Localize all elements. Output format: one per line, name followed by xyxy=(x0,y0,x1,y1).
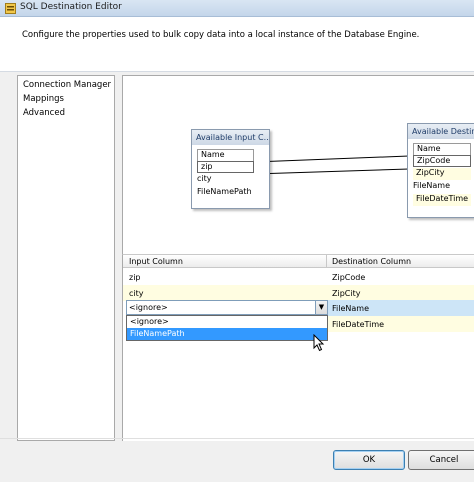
dropdown-option-ignore[interactable]: <ignore> xyxy=(127,316,327,328)
nav-item-connection-manager[interactable]: Connection Manager xyxy=(23,80,111,92)
table-row[interactable]: zip ZipCode xyxy=(123,269,474,285)
input-box-title: Available Input C... xyxy=(192,130,269,145)
window-title: SQL Destination Editor xyxy=(20,2,122,12)
input-box-header: Name xyxy=(197,149,254,161)
nav-panel: Connection Manager Mappings Advanced xyxy=(17,75,115,441)
header-description: Configure the properties used to bulk co… xyxy=(22,30,420,40)
dropdown-option-filenamepath[interactable]: FileNamePath xyxy=(127,328,327,340)
selected-row-destination[interactable]: FileName xyxy=(328,300,474,316)
dest-column-zipcity[interactable]: ZipCity xyxy=(413,168,471,180)
input-column-zip[interactable]: zip xyxy=(197,161,254,173)
footer-divider xyxy=(0,438,474,439)
column-separator xyxy=(326,255,327,268)
ok-button[interactable]: OK xyxy=(333,450,405,470)
cell-destination: ZipCode xyxy=(332,273,366,282)
nav-item-mappings[interactable]: Mappings xyxy=(23,94,64,106)
input-column-dropdown-list[interactable]: <ignore> FileNamePath xyxy=(126,315,328,341)
cancel-button[interactable]: Cancel xyxy=(408,450,474,470)
map-line-zip xyxy=(252,155,410,163)
cell-destination: ZipCity xyxy=(332,289,361,298)
cell-input: city xyxy=(129,289,144,298)
dest-column-filename[interactable]: FileName xyxy=(413,181,450,193)
available-input-columns-box[interactable]: Available Input C... Name zip city FileN… xyxy=(191,129,270,209)
input-column-combobox[interactable]: <ignore> ▼ xyxy=(126,300,328,315)
cell-destination: FileName xyxy=(332,304,369,313)
chevron-down-icon[interactable]: ▼ xyxy=(315,301,327,314)
dest-box-title: Available Destin... xyxy=(408,124,474,139)
dialog-content: Connection Manager Mappings Advanced Ava… xyxy=(0,72,474,482)
dest-column-filedatetime[interactable]: FileDateTime xyxy=(413,194,471,206)
title-bar: SQL Destination Editor xyxy=(0,0,474,17)
cell-destination: FileDateTime xyxy=(332,320,385,329)
mapping-designer[interactable]: Available Input C... Name zip city FileN… xyxy=(122,75,474,255)
available-destination-columns-box[interactable]: Available Destin... Name ZipCode ZipCity… xyxy=(407,123,474,218)
app-icon xyxy=(5,3,16,14)
column-header-input[interactable]: Input Column xyxy=(129,257,183,266)
dest-box-header: Name xyxy=(413,143,471,155)
table-row[interactable]: FileDateTime xyxy=(328,316,474,332)
cell-input: zip xyxy=(129,273,141,282)
input-column-city[interactable]: city xyxy=(197,174,212,186)
map-line-city xyxy=(252,168,410,175)
table-row[interactable]: city ZipCity xyxy=(123,285,474,301)
mapping-grid: Input Column Destination Column zip ZipC… xyxy=(122,255,474,441)
grid-header: Input Column Destination Column xyxy=(123,255,474,268)
column-header-destination[interactable]: Destination Column xyxy=(332,257,411,266)
input-column-filenamepath[interactable]: FileNamePath xyxy=(197,187,252,199)
combobox-value: <ignore> xyxy=(129,303,168,312)
nav-item-advanced[interactable]: Advanced xyxy=(23,108,65,120)
dialog-header: Configure the properties used to bulk co… xyxy=(0,17,474,72)
mouse-cursor-icon xyxy=(313,334,325,352)
dest-column-zipcode[interactable]: ZipCode xyxy=(413,155,471,167)
